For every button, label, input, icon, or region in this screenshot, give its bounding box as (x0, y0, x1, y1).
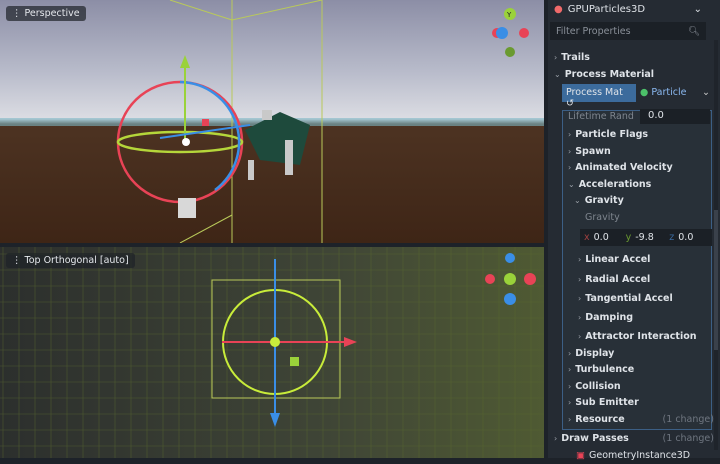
group-label: Tangential Accel (585, 293, 673, 304)
subgroup-attractor-interaction[interactable]: › Attractor Interaction (578, 328, 697, 345)
group-label: Animated Velocity (575, 162, 673, 173)
subgroup-radial-accel[interactable]: › Radial Accel (578, 271, 650, 288)
material-type-dropdown[interactable]: ● Particle ⌄ (636, 84, 714, 102)
z-label: z (669, 232, 675, 243)
geometry-label: GeometryInstance3D (588, 450, 691, 461)
group-spawn[interactable]: › Spawn (568, 143, 611, 160)
group-label: Attractor Interaction (585, 331, 697, 342)
top-ortho-label: Top Orthogonal [auto] (24, 255, 129, 266)
grid-and-gizmos (0, 247, 544, 458)
perspective-viewport[interactable]: Y ⋮ Perspective (0, 0, 544, 243)
perspective-label: Perspective (24, 8, 80, 19)
group-label: Resource (575, 414, 625, 425)
subgroup-linear-accel[interactable]: › Linear Accel (578, 251, 650, 268)
svg-text:Y: Y (506, 11, 512, 19)
group-turbulence[interactable]: › Turbulence (568, 361, 634, 378)
group-label: Display (575, 348, 615, 359)
change-count: (1 change) (662, 433, 714, 444)
gravity-z[interactable]: 0.0 (678, 232, 693, 243)
group-label: Radial Accel (585, 274, 651, 285)
top-orthogonal-viewport[interactable]: ⋮ Top Orthogonal [auto] (0, 247, 544, 458)
group-label: Spawn (575, 146, 611, 157)
search-icon: 🔍︎ (687, 25, 700, 37)
node-header[interactable]: ● GPUParticles3D ⌄ (548, 0, 720, 18)
perspective-menu[interactable]: ⋮ Perspective (6, 6, 86, 21)
draw-passes-label: Draw Passes (561, 433, 629, 444)
geometry-icon: ▣ (576, 450, 585, 461)
inspector-panel: ● GPUParticles3D ⌄ Filter Properties 🔍︎ › Tr… (548, 0, 720, 461)
lifetime-rand-input[interactable]: 0.0 (640, 109, 710, 124)
geometry-instance-item[interactable]: ▣ GeometryInstance3D (576, 447, 690, 464)
group-accelerations[interactable]: ⌄ Accelerations (568, 176, 651, 193)
gravity-label: Gravity (585, 212, 620, 223)
section-process-material[interactable]: ⌄ Process Material (554, 66, 654, 83)
group-label: Damping (585, 312, 634, 323)
process-material-label: Process Material (564, 69, 655, 80)
y-label: y (625, 232, 632, 243)
group-label: Sub Emitter (575, 397, 639, 408)
gravity-x[interactable]: 0.0 (594, 232, 622, 243)
node-name: GPUParticles3D (567, 3, 646, 15)
group-collision[interactable]: › Collision (568, 378, 621, 395)
section-trails[interactable]: › Trails (554, 49, 590, 66)
group-label: Turbulence (575, 364, 635, 375)
group-particle-flags[interactable]: › Particle Flags (568, 126, 648, 143)
subgroup-tangential-accel[interactable]: › Tangential Accel (578, 290, 673, 307)
chevron-down-icon: ⌄ (702, 87, 710, 98)
gravity-y[interactable]: -9.8 (635, 232, 665, 243)
particles-icon: ● (554, 3, 563, 15)
group-resource[interactable]: › Resource (1 change) (568, 411, 714, 428)
material-type-label: Particle (651, 87, 687, 98)
group-label: Collision (575, 381, 621, 392)
inspector-scrollbar[interactable] (714, 40, 718, 450)
group-sub-emitter[interactable]: › Sub Emitter (568, 394, 639, 411)
group-label: Particle Flags (575, 129, 649, 140)
tab-label: Process Mat (566, 87, 623, 98)
x-label: x (584, 232, 590, 243)
trails-label: Trails (561, 52, 590, 63)
filter-placeholder: Filter Properties (556, 25, 631, 37)
filter-properties-input[interactable]: Filter Properties 🔍︎ (550, 22, 706, 40)
section-draw-passes[interactable]: › Draw Passes (1 change) (554, 430, 714, 447)
gravity-vector-input[interactable]: x 0.0 y -9.8 z 0.0 (580, 229, 712, 246)
group-gravity[interactable]: ⌄ Gravity (574, 192, 624, 209)
top-ortho-menu[interactable]: ⋮ Top Orthogonal [auto] (6, 253, 135, 268)
group-display[interactable]: › Display (568, 345, 614, 362)
group-animated-velocity[interactable]: › Animated Velocity (568, 159, 673, 176)
chevron-down-icon[interactable]: ⌄ (694, 4, 702, 15)
process-material-tab[interactable]: Process Mat ↺ (562, 84, 636, 109)
lifetime-rand-label: Lifetime Rand (568, 111, 634, 122)
material-icon: ● (640, 87, 649, 98)
group-label: Accelerations (578, 179, 652, 190)
group-label: Linear Accel (585, 254, 651, 265)
scene-gizmos: Y (0, 0, 544, 243)
subgroup-damping[interactable]: › Damping (578, 309, 633, 326)
change-count: (1 change) (662, 414, 714, 425)
group-label: Gravity (584, 195, 624, 206)
